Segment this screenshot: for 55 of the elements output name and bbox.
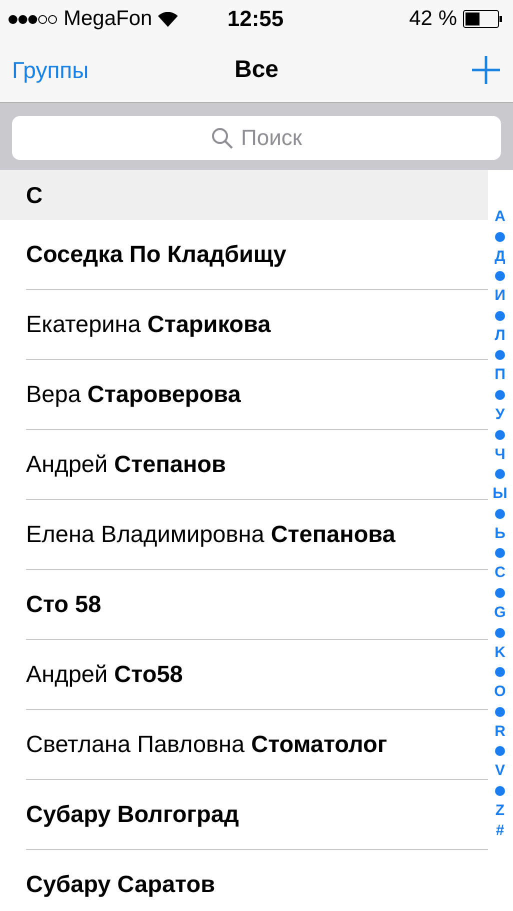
index-letter[interactable]: А xyxy=(494,207,506,227)
dot-icon xyxy=(495,390,505,400)
index-letter[interactable]: Ы xyxy=(492,484,508,504)
contact-name[interactable]: Субару Волгоград xyxy=(26,801,239,828)
section-header: С xyxy=(0,170,488,220)
dot-icon xyxy=(495,508,505,519)
index-letter[interactable]: V xyxy=(494,761,505,782)
contact-name[interactable]: Елена Владимировна Степанова xyxy=(26,521,396,548)
dot-icon xyxy=(495,271,505,282)
contact-name[interactable]: Соседка По Кладбищу xyxy=(26,241,286,268)
contact-name[interactable]: Светлана Павловна Стоматолог xyxy=(26,731,388,758)
contact-name[interactable]: Сто 58 xyxy=(26,591,102,618)
index-letter[interactable]: # xyxy=(496,820,504,840)
contact-name[interactable]: Вера Староверова xyxy=(26,381,241,408)
dot-icon xyxy=(495,628,505,638)
index-letter[interactable]: У xyxy=(495,404,505,425)
index-letter[interactable]: П xyxy=(494,365,506,386)
index-letter[interactable]: O xyxy=(494,682,506,702)
index-letter[interactable]: R xyxy=(494,722,506,742)
dot-icon xyxy=(495,786,505,796)
plus-icon xyxy=(471,55,501,85)
dot-icon xyxy=(495,548,505,558)
dot-icon xyxy=(495,667,505,678)
nav-title: Все xyxy=(234,56,279,84)
search-placeholder: Поиск xyxy=(241,125,302,151)
index-letter[interactable]: И xyxy=(494,286,506,306)
dot-icon xyxy=(495,469,505,480)
index-letter[interactable]: Ч xyxy=(494,444,506,464)
dot-icon xyxy=(495,350,505,360)
index-letter[interactable]: G xyxy=(494,602,506,623)
battery-icon xyxy=(463,10,503,28)
contact-name[interactable]: Субару Саратов xyxy=(26,871,216,898)
contact-name[interactable]: Андрей Степанов xyxy=(26,451,226,478)
index-letter[interactable]: Ь xyxy=(494,524,506,544)
index-letter[interactable]: Д xyxy=(494,246,506,266)
carrier-name: MegaFon xyxy=(63,7,152,31)
index-letter[interactable]: Z xyxy=(495,800,505,821)
dot-icon xyxy=(495,706,505,717)
contact-name[interactable]: Екатерина Старикова xyxy=(26,311,271,338)
battery-percent: 42 % xyxy=(409,7,457,31)
search-field[interactable]: Поиск xyxy=(12,116,501,160)
dot-icon xyxy=(495,310,505,321)
groups-link[interactable]: Группы xyxy=(12,56,132,84)
search-icon xyxy=(211,127,234,149)
dot-icon xyxy=(495,746,505,756)
index-letter[interactable]: C xyxy=(494,563,506,584)
wifi-icon xyxy=(158,12,178,26)
contact-name[interactable]: Андрей Сто58 xyxy=(26,661,183,688)
dot-icon xyxy=(495,588,505,598)
index-letter[interactable]: Л xyxy=(494,326,506,346)
dot-icon xyxy=(495,430,505,440)
signal-icon xyxy=(8,14,58,24)
index-letter[interactable]: K xyxy=(494,642,506,662)
clock-time: 12:55 xyxy=(227,6,284,32)
dot-icon xyxy=(495,232,505,242)
